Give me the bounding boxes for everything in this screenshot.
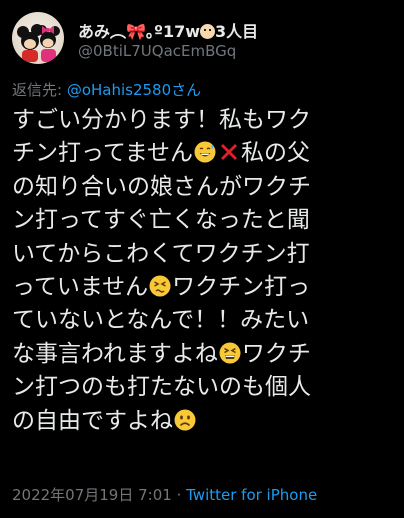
tweet-line-text: 私の父: [241, 140, 311, 167]
display-name-tail: 3人目: [215, 22, 259, 41]
frowning-face-emoji: [174, 409, 196, 431]
tweet-line-text: チン打ってません: [12, 140, 194, 167]
display-name[interactable]: あみ︵🎀｡º17w 3人目: [78, 18, 258, 42]
display-name-prefix: あみ: [78, 22, 111, 41]
tweet-line-text: っていません: [12, 273, 149, 300]
source-link[interactable]: Twitter for iPhone: [186, 486, 317, 504]
tweet-footer: 2022年07月19日 7:01 · Twitter for iPhone: [12, 484, 317, 505]
user-handle[interactable]: @0BtiL7UQacEmBGq: [78, 42, 236, 60]
avatar[interactable]: [12, 12, 64, 64]
tweet-line-text: いてからこわくてワクチン打: [12, 240, 310, 267]
baby-icon: [200, 24, 216, 39]
tweet-line: ン打つのも打たないのも個人: [12, 371, 396, 404]
sweat-smile-emoji: [194, 141, 216, 163]
persevering-face-emoji: [149, 275, 171, 297]
mickey-minnie-icon: [17, 24, 60, 62]
tweet-line: チン打ってません 私の父: [12, 137, 396, 170]
tweet-line: ていないとなんで！！みたい: [12, 304, 396, 337]
tweet-text: すごい分かります！私もワク チン打ってません 私の父 の知り合いの娘さんがワクチ …: [12, 104, 396, 438]
tweet-line: の自由ですよね: [12, 405, 396, 438]
tweet-line-text: な事言われますよね: [12, 340, 218, 367]
tweet-line: すごい分かります！私もワク: [12, 104, 396, 137]
tweet-line: な事言われますよね ワクチ: [12, 338, 396, 371]
cross-mark-emoji: [218, 141, 240, 163]
tweet-line-text: ワクチ: [241, 340, 311, 367]
ribbon-icon: 🎀: [126, 22, 146, 41]
reply-to-label: 返信先:: [12, 81, 67, 99]
tweet-line-text: の自由ですよね: [12, 407, 173, 434]
tweet-line: っていません ワクチン打っ: [12, 271, 396, 304]
tweet-line-text: の知り合いの娘さんがワクチ: [12, 173, 311, 200]
tweet-line-text: すごい分かります！私もワク: [12, 107, 311, 133]
footer-separator: ·: [171, 486, 187, 504]
timestamp[interactable]: 2022年07月19日 7:01: [12, 486, 172, 504]
tweet-line: ン打ってすぐ亡くなったと聞: [12, 204, 396, 237]
tweet-line-text: ワクチン打っ: [172, 273, 311, 300]
tweet-line: の知り合いの娘さんがワクチ: [12, 171, 396, 204]
tweet-line-text: ン打つのも打たないのも個人: [12, 374, 311, 401]
tweet-header: あみ︵🎀｡º17w 3人目 @0BtiL7UQacEmBGq: [12, 12, 392, 68]
tweet-line: いてからこわくてワクチン打: [12, 238, 396, 271]
reply-to-line: 返信先: @oHahis2580さん: [12, 79, 201, 100]
tweet-line-text: ン打ってすぐ亡くなったと聞: [12, 207, 310, 234]
display-name-wave: ︵: [110, 22, 127, 41]
confounded-face-emoji: [219, 342, 241, 364]
display-name-suffix: ｡º17w: [145, 22, 201, 41]
tweet-line-text: ていないとなんで！！みたい: [12, 307, 310, 334]
reply-mention-link[interactable]: @oHahis2580さん: [67, 81, 201, 99]
